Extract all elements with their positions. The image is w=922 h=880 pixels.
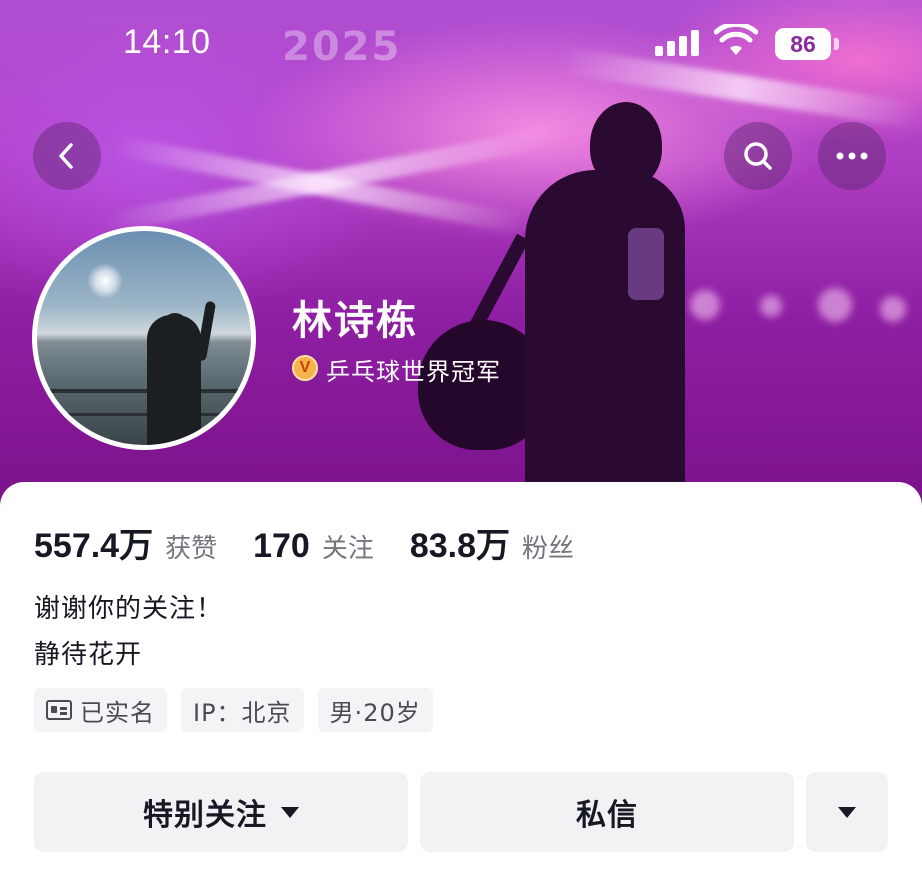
followers-count[interactable]: 83.8万 [410, 518, 510, 567]
battery-cap [834, 38, 839, 50]
verified-badge-icon: V [292, 355, 318, 381]
message-label: 私信 [576, 798, 638, 833]
bio-line: 静待花开 [34, 640, 143, 670]
id-card-icon [46, 700, 72, 720]
banner-year-text: 2025 [282, 24, 402, 70]
gender-age-tag: 男·20岁 [317, 688, 433, 732]
profile-stats: 557.4万 获赞 170 关注 83.8万 粉丝 [34, 518, 610, 565]
more-button[interactable] [818, 122, 886, 190]
gender-age-label: 男·20岁 [329, 698, 421, 727]
message-button[interactable]: 私信 [420, 772, 794, 852]
bokeh-light [690, 290, 720, 320]
silhouette-head [590, 102, 662, 188]
bokeh-light [818, 288, 852, 322]
ip-location-tag: IP：北京 [181, 688, 304, 732]
followers-label[interactable]: 粉丝 [522, 528, 574, 565]
bio-line: 谢谢你的关注！ [34, 594, 224, 624]
status-time: 14:10 [123, 23, 211, 61]
profile-tags: 已实名 IP：北京 男·20岁 [34, 688, 433, 732]
verified-name-label: 已实名 [80, 698, 155, 727]
signal-icon [655, 30, 701, 56]
more-horizontal-icon [836, 152, 868, 160]
search-button[interactable] [724, 122, 792, 190]
battery-indicator: 86 [775, 28, 831, 60]
silhouette-body [525, 170, 685, 520]
chevron-left-icon [59, 143, 73, 169]
search-icon [744, 142, 772, 170]
special-follow-button[interactable]: 特别关注 [34, 772, 408, 852]
profile-name: 林诗栋 [292, 298, 418, 344]
ip-location-label: IP：北京 [193, 698, 292, 727]
following-count[interactable]: 170 [253, 527, 310, 566]
likes-label[interactable]: 获赞 [165, 528, 217, 565]
back-button[interactable] [33, 122, 101, 190]
bokeh-light [880, 296, 906, 322]
caret-down-icon [838, 806, 856, 818]
caret-down-icon [281, 806, 299, 818]
wifi-icon [714, 24, 758, 55]
bokeh-light [760, 295, 782, 317]
verified-title: 乒乓球世界冠军 [326, 358, 501, 386]
avatar[interactable] [32, 226, 256, 450]
likes-count[interactable]: 557.4万 [34, 518, 153, 567]
silhouette-bottle [628, 228, 664, 300]
verified-name-tag[interactable]: 已实名 [34, 688, 167, 732]
more-actions-button[interactable] [806, 772, 888, 852]
following-label[interactable]: 关注 [322, 528, 374, 565]
special-follow-label: 特别关注 [143, 798, 267, 833]
